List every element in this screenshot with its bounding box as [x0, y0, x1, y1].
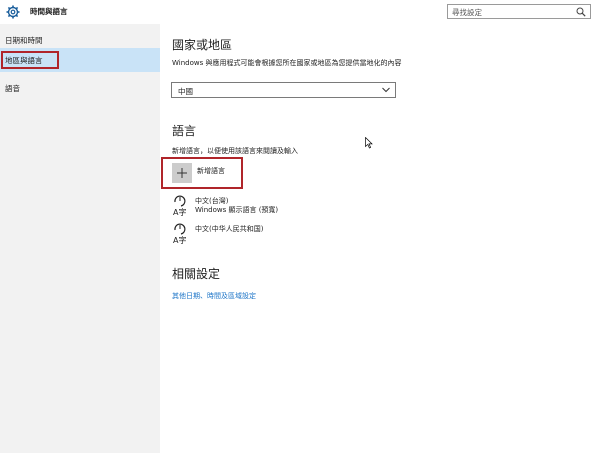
- svg-text:A字: A字: [173, 207, 186, 217]
- language-heading: 語言: [172, 124, 197, 138]
- search-input[interactable]: 尋找設定: [447, 4, 591, 19]
- sidebar-item-speech[interactable]: 語音: [0, 76, 160, 100]
- search-icon[interactable]: [576, 7, 586, 17]
- sidebar-item-label: 語音: [5, 84, 20, 93]
- region-description: Windows 與應用程式可能會根據您所在國家或地區為您提供當地化的內容: [172, 59, 402, 67]
- chevron-down-icon: [382, 87, 390, 93]
- app-title: 時間與語言: [30, 7, 68, 16]
- additional-date-time-region-link[interactable]: 其他日期、時間及區域設定: [172, 291, 256, 301]
- language-item[interactable]: A字 中文(中华人民共和国): [172, 223, 372, 247]
- related-settings-heading: 相關設定: [172, 267, 221, 281]
- sidebar: 日期和時間 地區與語言 語音: [0, 24, 160, 453]
- country-region-select[interactable]: 中國: [171, 82, 396, 98]
- annotation-box: [1, 51, 59, 69]
- svg-text:A字: A字: [173, 235, 186, 245]
- language-subtitle: Windows 顯示語言 (預寬): [195, 206, 279, 214]
- language-description: 新增語言，以便使用該語言來閱讀及輸入: [172, 147, 298, 155]
- gear-icon: [6, 5, 20, 19]
- language-item[interactable]: A字 中文(台灣) Windows 顯示語言 (預寬): [172, 195, 372, 219]
- annotation-box: [161, 157, 243, 189]
- country-region-value: 中國: [178, 87, 193, 96]
- mouse-cursor-icon: [365, 137, 373, 149]
- language-icon: A字: [173, 223, 186, 245]
- search-placeholder: 尋找設定: [452, 8, 482, 17]
- main-content: 國家或地區 Windows 與應用程式可能會根據您所在國家或地區為您提供當地化的…: [160, 24, 600, 453]
- sidebar-item-label: 日期和時間: [5, 36, 43, 45]
- language-icon: A字: [173, 195, 186, 217]
- title-bar: 時間與語言 尋找設定: [0, 0, 600, 24]
- region-heading: 國家或地區: [172, 38, 233, 52]
- language-name: 中文(中华人民共和国): [195, 225, 264, 233]
